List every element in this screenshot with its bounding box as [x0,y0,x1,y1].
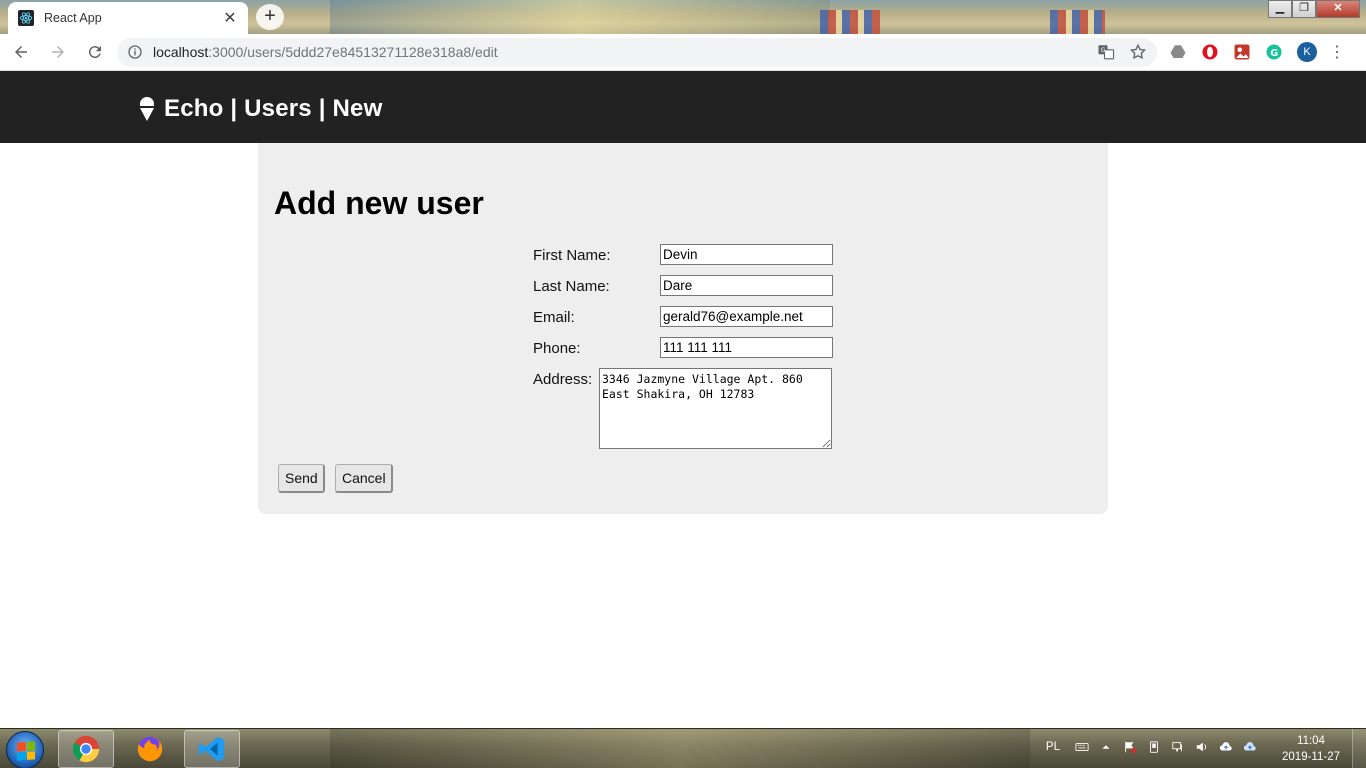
first-name-input[interactable] [660,244,833,265]
window-controls: ▁ ❐ ✕ [1268,0,1360,18]
cloud-upload-icon[interactable] [1218,739,1234,755]
grammarly-extension-icon[interactable]: G [1263,41,1285,63]
send-button[interactable]: Send [278,464,325,493]
restore-button[interactable]: ❐ [1292,0,1316,18]
tab-title: React App [44,11,102,25]
last-name-input[interactable] [660,275,833,296]
firefox-icon [137,736,163,762]
user-form-panel: Add new user First Name: Last Name: Emai… [258,143,1108,514]
browser-menu-icon[interactable]: ⋮ [1329,42,1345,62]
minimize-button[interactable]: ▁ [1268,0,1292,18]
url-text: localhost:3000/users/5ddd27e84513271128e… [153,44,1083,60]
opera-extension-icon[interactable] [1199,41,1221,63]
last-name-row: Last Name: [533,275,833,296]
drive-extension-icon[interactable] [1167,41,1189,63]
arrow-right-icon [52,46,64,58]
window-close-button[interactable]: ✕ [1316,0,1360,18]
reload-button[interactable] [79,36,111,68]
last-name-label: Last Name: [533,278,610,295]
address-textarea[interactable]: 3346 Jazmyne Village Apt. 860 East Shaki… [599,368,832,449]
first-name-row: First Name: [533,244,833,265]
clock-time: 11:04 [1297,735,1325,747]
image-extension-icon[interactable] [1231,41,1253,63]
url-host: localhost [153,44,209,60]
network-icon[interactable] [1170,739,1186,755]
show-desktop-button[interactable] [1352,729,1366,768]
windows-taskbar: PL 11:04 2019-11-27 [0,728,1366,768]
email-row: Email: [533,306,833,327]
app-header: Echo | Users | New [0,71,1366,143]
address-label: Address: [533,371,593,388]
translate-icon[interactable]: G [1097,43,1115,61]
wallpaper-detail [1050,10,1105,34]
clock-date: 2019-11-27 [1282,751,1340,763]
wallpaper-strip [330,729,1030,768]
url-path: :3000/users/5ddd27e84513271128e318a8/edi… [208,44,498,60]
system-tray: PL [1046,739,1266,755]
phone-row: Phone: [533,337,833,358]
taskbar-chrome[interactable] [58,730,114,768]
ice-cream-icon [140,97,154,121]
windows-logo-icon [17,741,35,761]
taskbar-clock[interactable]: 11:04 2019-11-27 [1282,733,1340,765]
profile-avatar[interactable]: K [1297,42,1317,62]
cloud-sync-icon[interactable] [1242,739,1258,755]
reload-icon [88,46,101,59]
forward-button[interactable] [42,36,74,68]
volume-icon[interactable] [1194,739,1210,755]
browser-toolbar: localhost:3000/users/5ddd27e84513271128e… [0,34,1366,71]
address-bar[interactable]: localhost:3000/users/5ddd27e84513271128e… [117,37,1157,67]
device-icon[interactable] [1146,739,1162,755]
email-label: Email: [533,309,575,326]
keyboard-icon[interactable] [1074,739,1090,755]
wallpaper-strip [330,0,830,34]
language-indicator[interactable]: PL [1046,741,1060,753]
brand-title: Echo | Users | New [164,95,383,122]
cancel-button[interactable]: Cancel [335,464,393,493]
vscode-icon [198,736,225,762]
first-name-label: First Name: [533,247,611,264]
back-button[interactable] [5,36,37,68]
phone-label: Phone: [533,340,581,357]
wallpaper-detail [820,10,880,34]
svg-text:G: G [1101,47,1106,54]
arrow-left-icon [15,46,27,58]
react-icon [18,10,34,26]
brand[interactable]: Echo | Users | New [138,95,382,123]
chrome-icon [72,735,100,763]
browser-tabstrip: React App ✕ + ▁ ❐ ✕ [0,0,1366,34]
phone-input[interactable] [660,337,833,358]
page-title: Add new user [274,185,484,221]
address-row: Address: 3346 Jazmyne Village Apt. 860 E… [533,368,832,449]
new-tab-button[interactable]: + [256,4,284,30]
tab-close-icon[interactable]: ✕ [222,8,238,28]
email-input[interactable] [660,306,833,327]
taskbar-vscode[interactable] [184,730,240,768]
info-icon[interactable] [127,44,143,60]
taskbar-firefox[interactable] [122,730,178,768]
svg-text:G: G [1270,48,1278,59]
browser-tab-active[interactable]: React App ✕ [8,2,248,34]
action-center-flag-icon[interactable] [1122,739,1138,755]
show-hidden-icons-icon[interactable] [1098,739,1114,755]
bookmark-star-icon[interactable] [1129,43,1147,61]
start-button[interactable] [6,731,44,768]
